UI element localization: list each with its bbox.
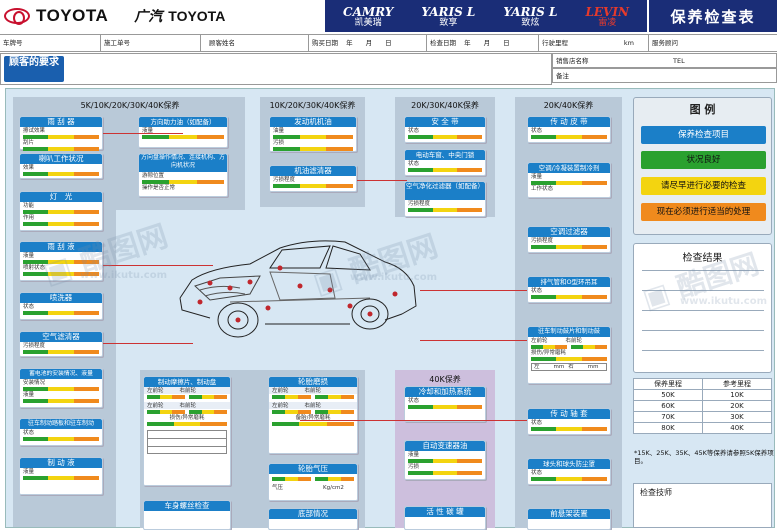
mileage-note: *15K、25K、35K、45K等保养请参照5K保养项目。 — [634, 449, 774, 465]
customer-request-field[interactable] — [0, 53, 552, 85]
leader-line — [420, 290, 527, 291]
column-title-20k40k: 20K/40K保养 — [543, 101, 594, 110]
card-steering-operation[interactable]: 方向盘操作情况、连接机构、方向机状况 游隙位置 操作是否正常 — [138, 153, 228, 197]
card-tire-wear[interactable]: 轮胎磨损 左前轮 右前轮 左前轮 右前轮 备胎/异常磨耗 — [268, 376, 358, 454]
card-drive-belt[interactable]: 传 动 皮 带 状态 — [527, 116, 611, 143]
column-title-40k: 40K保养 — [429, 375, 461, 384]
card-ac-filter[interactable]: 空调过滤器 污损程度 — [527, 226, 611, 253]
card-washer[interactable]: 喷洗器 状态 — [19, 292, 103, 320]
legend-item-check: 保养检查项目 — [641, 126, 766, 144]
page-title: 保养检查表 — [647, 0, 777, 32]
table-header: 保养里程 参考里程 — [633, 378, 772, 390]
customer-field[interactable]: 顾客姓名 — [200, 35, 308, 52]
card-light[interactable]: 灯 光 功能 作用 — [19, 191, 103, 231]
card-brake-pad[interactable]: 制动摩擦片、制动盘 左前轮 右前轮 左前轮 右前轮 损伤/异常磨耗 — [143, 376, 231, 486]
card-ball-joint[interactable]: 球头和球头防尘罩 状态 — [527, 458, 611, 485]
technician-field[interactable]: 检查技师 — [633, 483, 772, 528]
customer-request-label: 顾客的要求 — [4, 56, 64, 82]
mileage-table: 保养里程 参考里程 50K 10K 60K 20K 70K 30K 80K 40K — [633, 378, 772, 440]
toyota-logo-icon — [4, 8, 30, 25]
card-coolant[interactable]: 冷却和加热系统 状态 — [404, 386, 486, 422]
card-tire-pressure[interactable]: 轮胎气压 气压 Kg/cm2 — [268, 463, 358, 501]
card-horn[interactable]: 喇叭工作状况 效果 — [19, 153, 103, 179]
card-auto-transmission[interactable]: 自动变速器油 液量 污损 — [404, 440, 486, 480]
work-order-field[interactable]: 施工单号 — [100, 35, 200, 52]
card-washer-fluid[interactable]: 雨 刮 液 液量 喷射状态 — [19, 241, 103, 281]
brand-gac: 广汽 — [134, 8, 163, 24]
car-diagram — [179, 240, 417, 338]
card-bottom-condition[interactable]: 底部情况 — [268, 508, 358, 530]
card-front-suspension[interactable]: 前悬架装置 — [527, 508, 611, 530]
purchase-date-field[interactable]: 购买日期 年 月 日 — [308, 35, 426, 52]
brand-toyota: TOYOTA — [36, 6, 109, 25]
legend-item-now: 现在必须进行适当的处理 — [641, 203, 766, 221]
card-power-window[interactable]: 电动车窗、中央门锁 状态 — [404, 149, 486, 176]
inspect-date-field[interactable]: 检查日期 年 月 日 — [426, 35, 538, 52]
card-engine-oil[interactable]: 发动机机油 油量 污损 — [269, 116, 357, 152]
results-title: 检查结果 — [682, 253, 723, 264]
card-ac-refrigerant[interactable]: 空调/冷凝装置制冷剂 液量 工作状态 — [527, 162, 611, 198]
table-row: 50K 10K — [633, 389, 772, 401]
leader-line — [357, 180, 407, 181]
card-exhaust[interactable]: 排气管和O型环吊耳 状态 — [527, 276, 611, 303]
table-row: 70K 30K — [633, 411, 772, 423]
card-parking-brake-drum[interactable]: 驻车制动鼓片和制动鼓 左前轮 右前轮 损伤/异常磨耗 左 mm 右 mm — [527, 326, 611, 384]
column-title-5k: 5K/10K/20K/30K/40K保养 — [80, 101, 180, 110]
card-seatbelt[interactable]: 安 全 带 状态 — [404, 116, 486, 143]
model-camry: CAMRY 凯美瑞 — [343, 5, 394, 28]
model-yaris-l-1: YARIS L 致享 — [421, 5, 476, 28]
leader-line — [103, 343, 193, 344]
model-levin: LEVIN 雷凌 — [585, 5, 629, 28]
info-form-strip: 车牌号 施工单号 顾客姓名 购买日期 年 月 日 检查日期 年 月 日 行驶里程… — [0, 34, 777, 52]
legend-title: 图 例 — [689, 103, 716, 116]
dealer-field[interactable]: 销售店名称 TEL — [552, 53, 777, 68]
leader-line — [103, 265, 213, 266]
mileage-field[interactable]: 行驶里程 km — [538, 35, 648, 52]
card-brake-fluid[interactable]: 制 动 液 液量 — [19, 457, 103, 495]
card-parking-brake[interactable]: 驻车制动踏板和驻车制动 状态 — [19, 418, 103, 446]
table-row: 60K 20K — [633, 400, 772, 412]
leader-line — [420, 340, 527, 341]
table-row: 80K 40K — [633, 422, 772, 434]
plate-field[interactable]: 车牌号 — [0, 35, 100, 52]
card-oil-filter[interactable]: 机油滤清器 污损程度 — [269, 165, 357, 192]
card-air-cleaner[interactable]: 空气滤清器 污损程度 — [19, 331, 103, 357]
card-body-bolts[interactable]: 车身螺丝检查 — [143, 500, 231, 530]
card-drive-shaft[interactable]: 传 动 轴 套 状态 — [527, 408, 611, 435]
legend-item-good: 状况良好 — [641, 151, 766, 169]
legend-item-soon: 请尽早进行必要的检查 — [641, 177, 766, 195]
remark-field[interactable]: 备注 — [552, 68, 777, 83]
card-wiper[interactable]: 雨 刮 器 擦试效果 刮片 — [19, 116, 103, 151]
inspection-results-panel[interactable]: 检查结果 — [633, 243, 772, 373]
card-steering-fluid[interactable]: 方向助力油（如配备） 液量 — [138, 116, 228, 148]
column-title-20k: 20K/30K/40K保养 — [411, 101, 479, 110]
card-canister[interactable]: 活 性 碳 罐 — [404, 506, 486, 530]
card-battery[interactable]: 蓄电池的安装情况、液量 安装情况 液量 — [19, 368, 103, 408]
brand-gac-toyota: TOYOTA — [168, 8, 226, 24]
leader-line — [103, 133, 183, 134]
brand-logos: TOYOTA 广汽 TOYOTA — [0, 0, 325, 32]
card-air-purifier[interactable]: 空气净化过滤器（如配备） 污损程度 — [404, 181, 486, 217]
leader-line — [300, 420, 527, 421]
advisor-field[interactable]: 服务顾问 — [648, 35, 777, 52]
legend-panel: 图 例 保养检查项目 状况良好 请尽早进行必要的检查 现在必须进行适当的处理 — [633, 97, 772, 235]
model-yaris-l-2: YARIS L 致炫 — [503, 5, 558, 28]
model-strip: CAMRY 凯美瑞 YARIS L 致享 YARIS L 致炫 LEVIN 雷凌 — [325, 0, 647, 32]
column-title-10k: 10K/20K/30K/40K保养 — [269, 101, 356, 110]
